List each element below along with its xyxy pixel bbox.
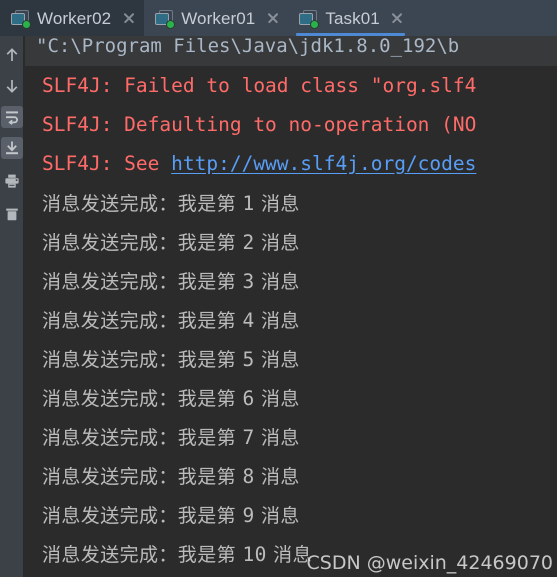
up-arrow-icon[interactable] [1, 44, 23, 66]
console-line-message: 消息发送完成：我是第 6 消息 [25, 379, 300, 418]
message-prefix: 消息发送完成：我是第 [42, 427, 243, 449]
message-suffix: 消息 [254, 388, 300, 410]
message-suffix: 消息 [254, 505, 300, 527]
console-left-toolbar [0, 36, 24, 577]
message-prefix: 消息发送完成：我是第 [42, 388, 243, 410]
message-suffix: 消息 [254, 349, 300, 371]
message-number: 2 [242, 231, 255, 254]
command-text: "C:\Program Files\Java\jdk1.8.0_192\b [36, 36, 460, 57]
console-line-message: 消息发送完成：我是第 4 消息 [25, 301, 300, 340]
slf4j-codes-link[interactable]: http://www.slf4j.org/codes [171, 152, 476, 175]
message-suffix: 消息 [254, 427, 300, 449]
console-line-command: "C:\Program Files\Java\jdk1.8.0_192\b [25, 36, 557, 66]
down-arrow-icon[interactable] [1, 75, 23, 97]
message-number: 4 [242, 309, 255, 332]
message-suffix: 消息 [254, 232, 300, 254]
run-tool-window: Worker02 Worker01 Task01 "C:\Program Fil… [0, 0, 557, 577]
console-output[interactable]: "C:\Program Files\Java\jdk1.8.0_192\b SL… [25, 36, 557, 577]
message-prefix: 消息发送完成：我是第 [42, 544, 243, 566]
run-configuration-icon [155, 9, 175, 28]
error-text: SLF4J: Defaulting to no-operation (NO [42, 113, 477, 136]
message-number: 8 [242, 465, 255, 488]
console-line-message: 消息发送完成：我是第 10 消息 [25, 535, 312, 574]
message-number: 5 [242, 348, 255, 371]
console-line-error: SLF4J: Defaulting to no-operation (NO [25, 105, 476, 144]
close-icon[interactable] [266, 12, 279, 25]
message-number: 3 [242, 270, 255, 293]
message-number: 7 [242, 426, 255, 449]
close-icon[interactable] [122, 12, 135, 25]
soft-wrap-icon[interactable] [1, 106, 23, 128]
message-prefix: 消息发送完成：我是第 [42, 466, 243, 488]
console-line-message: 消息发送完成：我是第 8 消息 [25, 457, 300, 496]
message-prefix: 消息发送完成：我是第 [42, 505, 243, 527]
run-configuration-icon [11, 9, 30, 28]
message-suffix: 消息 [254, 193, 300, 215]
message-prefix: 消息发送完成：我是第 [42, 349, 243, 371]
error-text: SLF4J: Failed to load class "org.slf4 [42, 74, 477, 97]
message-number: 9 [242, 504, 255, 527]
message-suffix: 消息 [254, 466, 300, 488]
message-suffix: 消息 [254, 310, 300, 332]
tab-worker01[interactable]: Worker01 [144, 0, 288, 36]
trash-icon[interactable] [1, 203, 23, 225]
message-prefix: 消息发送完成：我是第 [42, 310, 243, 332]
console-line-message: 消息发送完成：我是第 9 消息 [25, 496, 300, 535]
tab-label: Worker02 [37, 8, 112, 28]
console-line-message: 消息发送完成：我是第 2 消息 [25, 223, 300, 262]
message-suffix: 消息 [254, 271, 300, 293]
tab-task01[interactable]: Task01 [288, 0, 412, 36]
error-text: SLF4J: See [42, 152, 172, 175]
tab-worker02[interactable]: Worker02 [0, 0, 145, 36]
scroll-to-end-icon[interactable] [1, 137, 23, 159]
console-tab-bar: Worker02 Worker01 Task01 [0, 0, 557, 36]
message-prefix: 消息发送完成：我是第 [42, 193, 243, 215]
console-line-message: 消息发送完成：我是第 1 消息 [25, 184, 300, 223]
print-icon[interactable] [1, 170, 23, 192]
tab-label: Task01 [325, 8, 380, 28]
message-number: 1 [242, 192, 255, 215]
message-suffix: 消息 [266, 544, 312, 566]
message-prefix: 消息发送完成：我是第 [42, 232, 243, 254]
run-configuration-icon [299, 9, 319, 28]
console-line-error-link: SLF4J: See http://www.slf4j.org/codes [25, 144, 476, 183]
console-line-message: 消息发送完成：我是第 3 消息 [25, 262, 300, 301]
close-icon[interactable] [391, 12, 404, 25]
message-prefix: 消息发送完成：我是第 [42, 271, 243, 293]
message-number: 6 [242, 387, 255, 410]
tab-label: Worker01 [181, 8, 256, 28]
console-line-error: SLF4J: Failed to load class "org.slf4 [25, 66, 476, 105]
console-line-message: 消息发送完成：我是第 7 消息 [25, 418, 300, 457]
message-number: 10 [242, 543, 267, 566]
console-line-message: 消息发送完成：我是第 5 消息 [25, 340, 300, 379]
